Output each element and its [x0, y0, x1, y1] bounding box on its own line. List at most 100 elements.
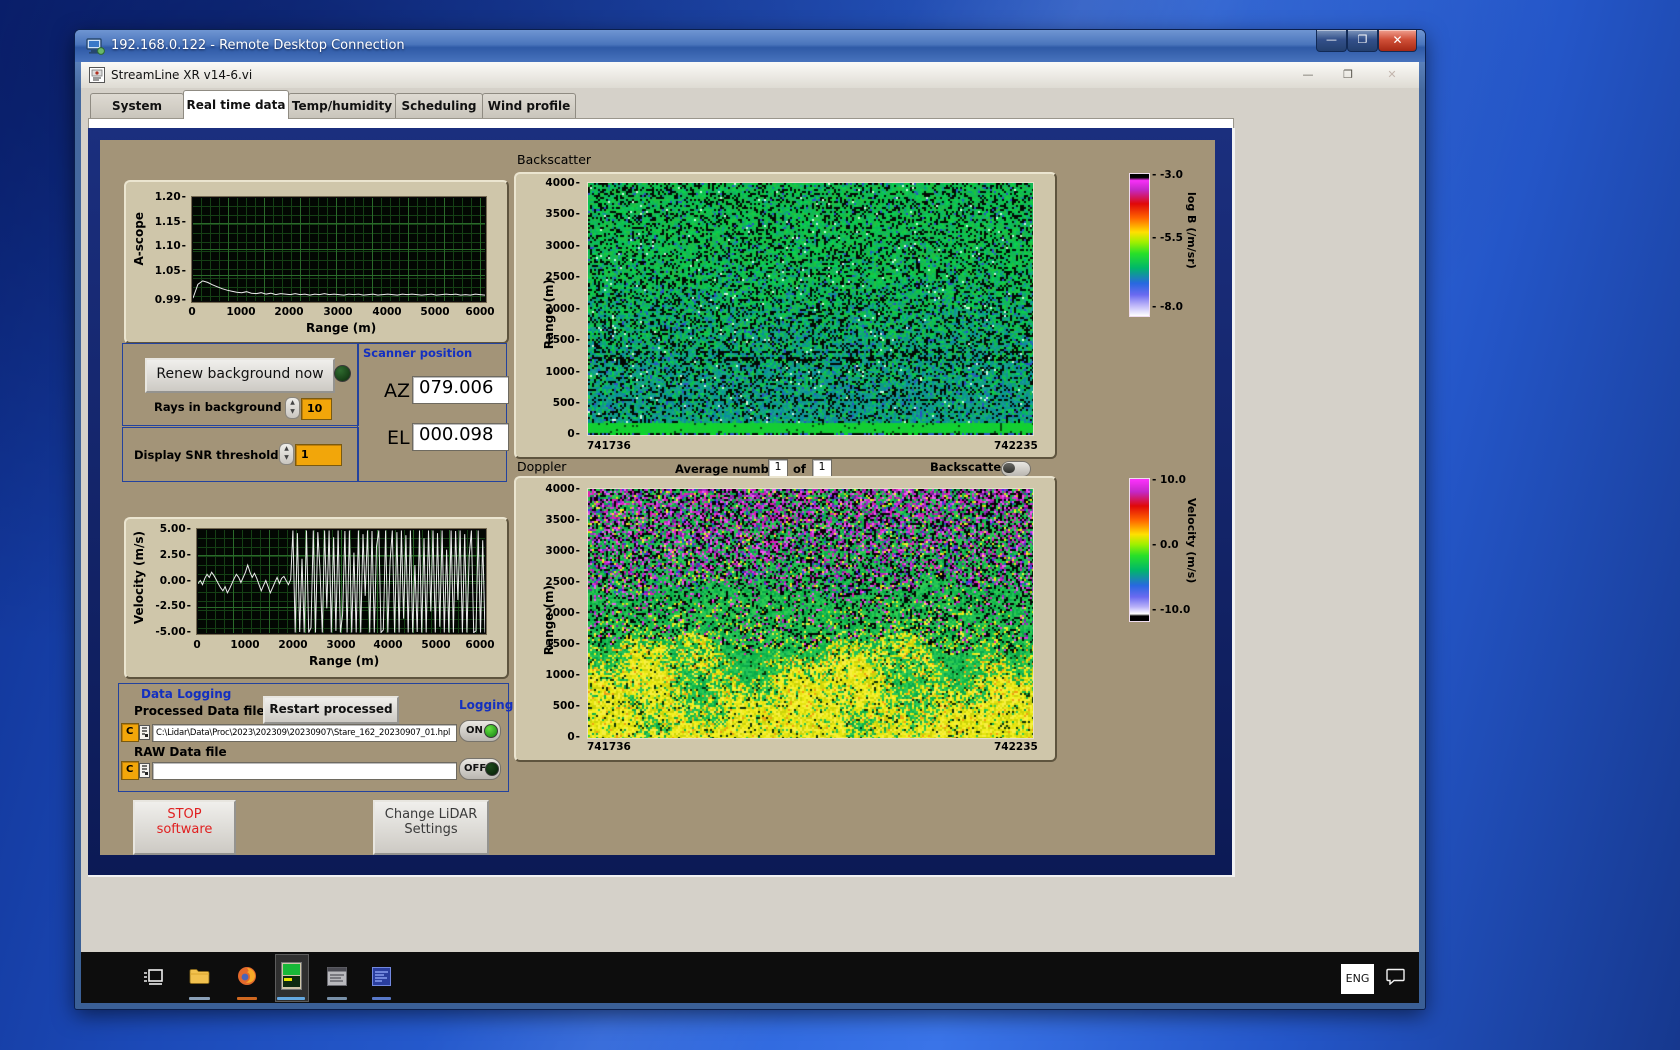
average-count-field[interactable]: 1: [812, 459, 832, 477]
ascope-xtick: 4000: [372, 306, 401, 318]
dp-cbar-tick: 0.0: [1152, 539, 1179, 551]
ascope-plot[interactable]: [192, 197, 486, 302]
app-title: StreamLine XR v14-6.vi: [111, 68, 252, 82]
app-close-button[interactable]: ✕: [1381, 67, 1403, 83]
app-minimize-button[interactable]: —: [1297, 67, 1319, 83]
velocity-xtick: 6000: [465, 639, 494, 651]
tab-temp-humidity[interactable]: Temp/humidity: [288, 93, 396, 118]
velocity-xtick: 5000: [421, 639, 450, 651]
az-value-field[interactable]: 079.006: [412, 376, 509, 404]
ascope-ytick: 0.99: [144, 294, 186, 306]
average-number-label: Average number: [675, 462, 782, 476]
dp-x-left: 741736: [587, 741, 631, 753]
firefox-icon[interactable]: [237, 966, 257, 986]
el-value-field[interactable]: 000.098: [412, 423, 509, 451]
rays-spinner[interactable]: ▲▼: [285, 397, 300, 419]
raw-logging-toggle[interactable]: OFF: [459, 758, 501, 780]
task-view-icon[interactable]: [143, 967, 163, 987]
processed-path-text: C:\Lidar\Data\Proc\2023\202309\20230907\…: [156, 728, 452, 738]
dp-ytick: 4000: [538, 483, 580, 495]
stop-software-button[interactable]: STOP software: [133, 800, 236, 855]
running-indicator-active: [277, 997, 305, 1000]
dp-ytick: 1000: [538, 669, 580, 681]
average-number-field[interactable]: 1: [768, 459, 788, 477]
velocity-xtick: 0: [193, 639, 200, 651]
rdp-computer-icon: [86, 37, 105, 55]
processed-data-file-label: Processed Data file: [134, 704, 265, 718]
running-indicator: [372, 997, 391, 1000]
tab-real-time-data[interactable]: Real time data: [183, 90, 289, 119]
bs-cbar-tick: -8.0: [1152, 301, 1183, 313]
change-lidar-settings-button[interactable]: Change LiDAR Settings: [373, 800, 489, 855]
velocity-graph-frame: 5.00 2.50 0.00 -2.50 -5.00 0 1000 2000 3…: [124, 517, 509, 679]
velocity-plot[interactable]: [197, 529, 486, 634]
dp-cbar-tick: -10.0: [1152, 604, 1190, 616]
ascope-graph-frame: 1.20 1.15 1.10 1.05 0.99 0 1000 2000 300…: [124, 180, 509, 344]
change-line1: Change LiDAR: [375, 807, 487, 822]
velocity-ytick: -5.00: [149, 626, 191, 638]
processed-path-field[interactable]: C:\Lidar\Data\Proc\2023\202309\20230907\…: [152, 724, 457, 742]
raw-path-field[interactable]: [152, 762, 457, 780]
doppler-graph-frame: 4000 3500 3000 2500 2000 1500 1000 500 0…: [514, 476, 1057, 762]
scan-scheduler-icon[interactable]: [327, 967, 347, 986]
rdp-window: 192.168.0.122 - Remote Desktop Connectio…: [75, 30, 1425, 1009]
bs-x-right: 742235: [994, 440, 1038, 452]
ascope-ytick: 1.10: [144, 240, 186, 252]
scanner-position-title: Scanner position: [363, 346, 472, 360]
data-logging-box: Data Logging Processed Data file Restart…: [118, 683, 509, 792]
on-lamp: [484, 724, 498, 738]
bs-cbar-tick: -3.0: [1152, 169, 1183, 181]
rdp-minimize-button[interactable]: —: [1316, 30, 1347, 52]
snr-spinner[interactable]: ▲▼: [279, 443, 294, 465]
rdp-maximize-button[interactable]: ❐: [1347, 30, 1378, 52]
snr-threshold-box: Display SNR threshold ▲▼ 1: [122, 427, 359, 482]
bs-ylabel: Range (m): [542, 279, 556, 349]
velocity-xtick: 4000: [373, 639, 402, 651]
bs-ytick: 4000: [538, 177, 580, 189]
backscatter-colorbar: [1129, 173, 1150, 317]
rdp-titlebar[interactable]: 192.168.0.122 - Remote Desktop Connectio…: [75, 30, 1425, 62]
processed-path-type-icon: [139, 725, 150, 740]
snr-value-field[interactable]: 1: [295, 444, 342, 466]
restart-processed-file-button[interactable]: Restart processed file: [263, 696, 399, 724]
snr-threshold-label: Display SNR threshold: [134, 448, 278, 462]
rdp-close-button[interactable]: ✕: [1378, 30, 1417, 52]
backscatter-display-switch[interactable]: [1001, 461, 1031, 477]
bs-cbar-tick: -5.5: [1152, 232, 1183, 244]
el-label: EL: [387, 427, 410, 449]
raw-drive-selector[interactable]: C: [121, 761, 139, 780]
processed-logging-toggle[interactable]: ON: [459, 720, 501, 742]
off-lamp: [485, 762, 499, 776]
app-restore-button[interactable]: ❐: [1337, 67, 1359, 83]
ascope-ytick: 1.05: [144, 265, 186, 277]
tab-wind-profile[interactable]: Wind profile: [482, 93, 576, 118]
velocity-ytick: 0.00: [149, 575, 191, 587]
desktop: { "rdp": { "title": "192.168.0.122 - Rem…: [0, 0, 1680, 1050]
tab-scheduling[interactable]: Scheduling: [395, 93, 483, 118]
remote-session: StreamLine XR v14-6.vi — ❐ ✕ System setu…: [81, 62, 1419, 1003]
terminal-app-icon[interactable]: [372, 967, 391, 986]
dp-x-right: 742235: [994, 741, 1038, 753]
file-explorer-icon[interactable]: [189, 968, 210, 985]
app-titlebar[interactable]: StreamLine XR v14-6.vi — ❐ ✕: [81, 62, 1419, 89]
bs-ytick: 1000: [538, 366, 580, 378]
running-indicator: [237, 997, 257, 1000]
bs-ytick: 3500: [538, 208, 580, 220]
ascope-ylabel: A-scope: [132, 212, 146, 266]
bs-ytick: 500: [538, 397, 580, 409]
rays-value-field[interactable]: 10: [301, 398, 332, 420]
backscatter-title: Backscatter: [517, 152, 591, 167]
running-indicator: [327, 997, 347, 1000]
rdp-title: 192.168.0.122 - Remote Desktop Connectio…: [111, 38, 405, 53]
language-indicator[interactable]: ENG: [1341, 964, 1374, 994]
rays-in-background-label: Rays in background: [154, 400, 282, 414]
renew-background-button[interactable]: Renew background now: [145, 358, 335, 393]
backscatter-heatmap[interactable]: [587, 182, 1034, 436]
processed-drive-selector[interactable]: C: [121, 723, 139, 742]
doppler-heatmap[interactable]: [587, 488, 1034, 739]
tab-system-setup[interactable]: System setup: [90, 93, 184, 118]
streamline-app-icon[interactable]: [281, 962, 302, 990]
az-label: AZ: [384, 380, 410, 402]
notifications-icon[interactable]: [1386, 968, 1405, 985]
ascope-ytick: 1.20: [144, 191, 186, 203]
